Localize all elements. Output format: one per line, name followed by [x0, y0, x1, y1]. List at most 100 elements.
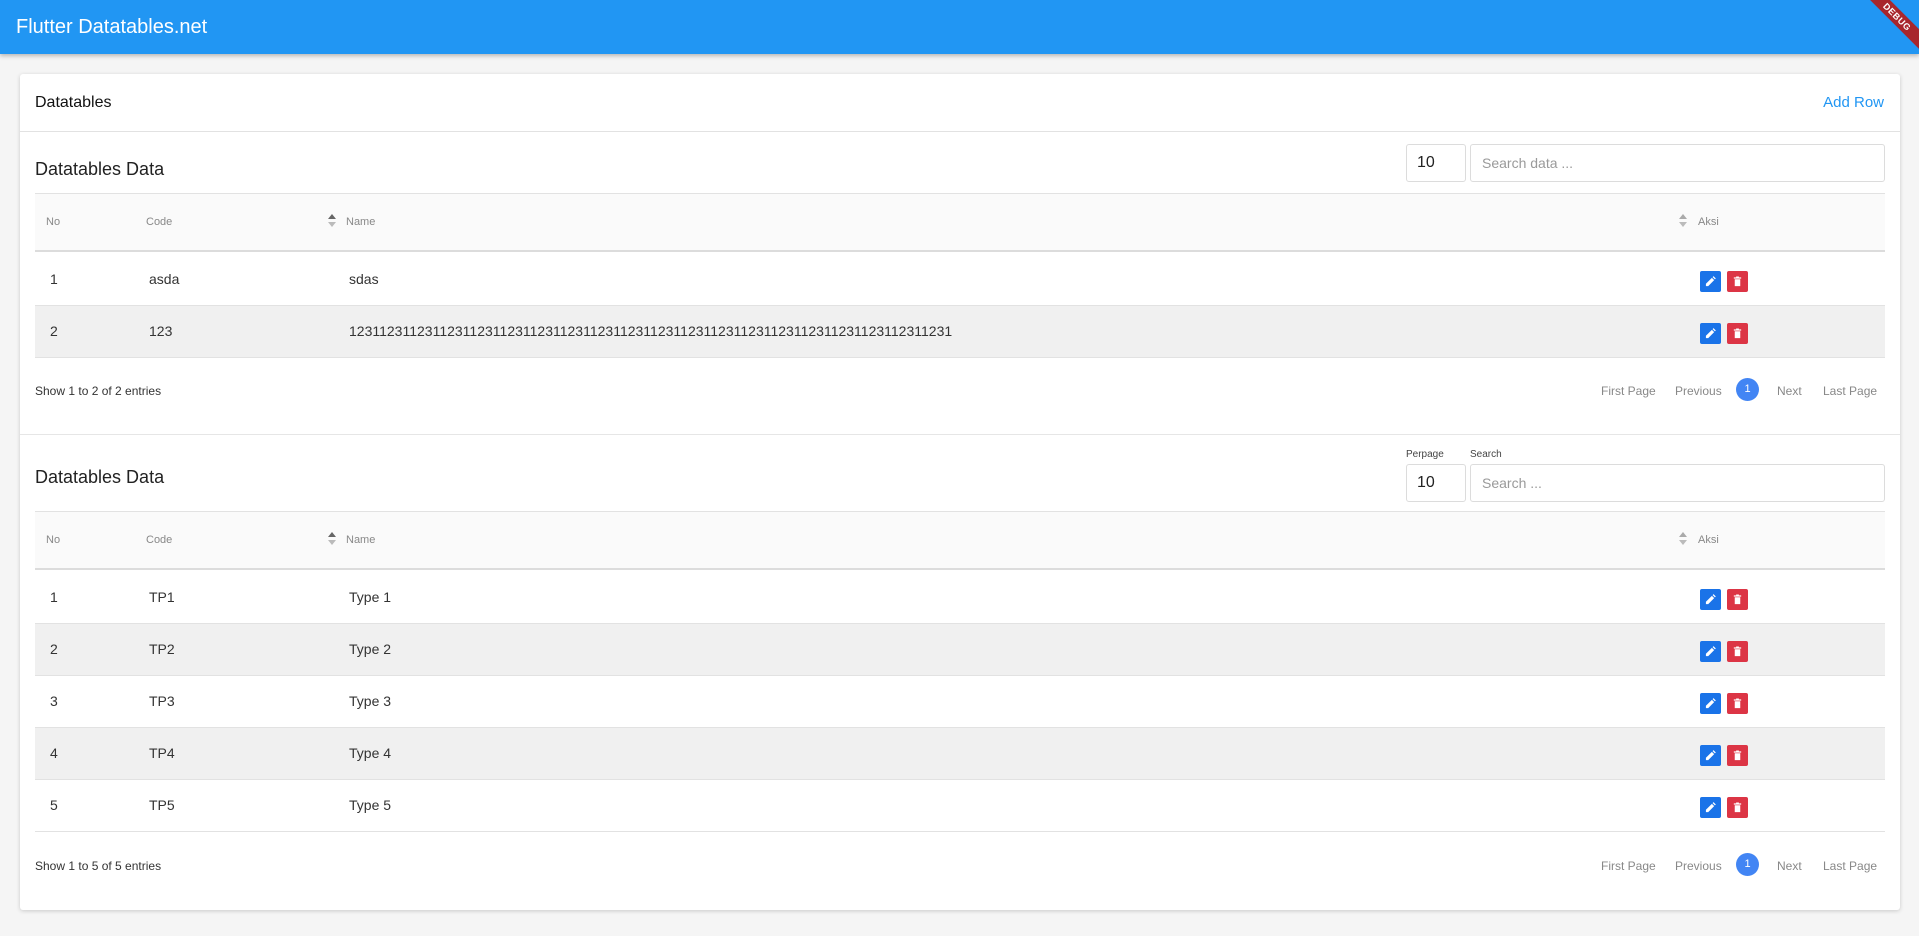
table1-first-page[interactable]: First Page: [1601, 384, 1656, 398]
table2-col-name[interactable]: Name: [346, 534, 375, 546]
table1-col-action: Aksi: [1698, 216, 1719, 228]
cell-name: Type 2: [349, 641, 392, 657]
table2-search-input[interactable]: [1470, 464, 1885, 502]
cell-code: asda: [149, 271, 180, 287]
pencil-icon: [1705, 594, 1716, 605]
cell-code: 123: [149, 323, 173, 339]
cell-no: 1: [50, 589, 58, 605]
table1-col-name[interactable]: Name: [346, 216, 375, 228]
table2-col-no[interactable]: No: [46, 534, 60, 546]
table1-col-no[interactable]: No: [46, 216, 60, 228]
table-row: 2 123 1231123112311231123112311231123112…: [35, 306, 1885, 358]
table1-next-page[interactable]: Next: [1777, 384, 1802, 398]
table2-search-label: Search: [1470, 449, 1502, 460]
edit-button[interactable]: [1700, 745, 1721, 766]
trash-icon: [1733, 594, 1742, 605]
delete-button[interactable]: [1727, 797, 1748, 818]
cell-no: 2: [50, 641, 58, 657]
cell-no: 4: [50, 745, 58, 761]
cell-name: Type 1: [349, 589, 392, 605]
card-header: Datatables Add Row: [20, 74, 1900, 132]
table2-title: Datatables Data: [35, 467, 165, 487]
section-divider: [20, 434, 1900, 435]
app-bar: Flutter Datatables.net: [0, 0, 1919, 54]
table1-title: Datatables Data: [35, 159, 165, 179]
cell-no: 2: [50, 323, 58, 339]
edit-button[interactable]: [1700, 693, 1721, 714]
sort-icon[interactable]: [327, 532, 337, 546]
table2-page-1[interactable]: 1: [1736, 853, 1759, 876]
pencil-icon: [1705, 802, 1716, 813]
cell-no: 5: [50, 797, 58, 813]
table2-first-page[interactable]: First Page: [1601, 859, 1656, 873]
delete-button[interactable]: [1727, 589, 1748, 610]
trash-icon: [1733, 750, 1742, 761]
table-row: 1 asda sdas: [35, 254, 1885, 306]
table-row: 1 TP1 Type 1: [35, 572, 1885, 624]
cell-name: Type 4: [349, 745, 392, 761]
sort-icon[interactable]: [327, 214, 337, 228]
sort-icon[interactable]: [1678, 214, 1688, 228]
table2-next-page[interactable]: Next: [1777, 859, 1802, 873]
table-row: 3 TP3 Type 3: [35, 676, 1885, 728]
table2-perpage-label: Perpage: [1406, 449, 1444, 460]
table2-previous-page[interactable]: Previous: [1675, 859, 1722, 873]
pencil-icon: [1705, 328, 1716, 339]
table1-perpage-input[interactable]: 10: [1406, 144, 1466, 182]
app-title: Flutter Datatables.net: [16, 16, 208, 38]
edit-button[interactable]: [1700, 271, 1721, 292]
cell-no: 3: [50, 693, 58, 709]
cell-name: Type 3: [349, 693, 392, 709]
table2-perpage-input[interactable]: 10: [1406, 464, 1466, 502]
table2-col-action: Aksi: [1698, 534, 1719, 546]
card-title: Datatables: [35, 94, 112, 111]
debug-banner-wrap: DEBUG: [1859, 0, 1919, 60]
trash-icon: [1733, 328, 1742, 339]
cell-code: TP5: [149, 797, 175, 813]
table2-entries-info: Show 1 to 5 of 5 entries: [35, 859, 162, 873]
pencil-icon: [1705, 750, 1716, 761]
table1-page-1[interactable]: 1: [1736, 378, 1759, 401]
table1-col-code[interactable]: Code: [146, 216, 172, 228]
table2-section: Datatables Data Perpage Search 10 No Cod…: [35, 449, 1885, 899]
sort-icon[interactable]: [1678, 532, 1688, 546]
trash-icon: [1733, 646, 1742, 657]
cell-code: TP4: [149, 745, 175, 761]
delete-button[interactable]: [1727, 323, 1748, 344]
debug-banner: DEBUG: [1859, 0, 1919, 56]
table1-last-page[interactable]: Last Page: [1823, 384, 1877, 398]
table1-header: No Code Name Aksi: [35, 193, 1885, 252]
table-row: 4 TP4 Type 4: [35, 728, 1885, 780]
table-row: 5 TP5 Type 5: [35, 780, 1885, 832]
delete-button[interactable]: [1727, 745, 1748, 766]
table2-last-page[interactable]: Last Page: [1823, 859, 1877, 873]
cell-code: TP2: [149, 641, 175, 657]
datatables-card: Datatables Add Row Datatables Data 10 No…: [20, 74, 1900, 910]
edit-button[interactable]: [1700, 797, 1721, 818]
cell-code: TP1: [149, 589, 175, 605]
table1-entries-info: Show 1 to 2 of 2 entries: [35, 384, 162, 398]
trash-icon: [1733, 276, 1742, 287]
edit-button[interactable]: [1700, 323, 1721, 344]
pencil-icon: [1705, 698, 1716, 709]
edit-button[interactable]: [1700, 589, 1721, 610]
cell-code: TP3: [149, 693, 175, 709]
cell-no: 1: [50, 271, 58, 287]
cell-name: sdas: [349, 271, 379, 287]
cell-name: 1231123112311231123112311231123112311231…: [349, 323, 953, 339]
table-row: 2 TP2 Type 2: [35, 624, 1885, 676]
table1-search-input[interactable]: [1470, 144, 1885, 182]
edit-button[interactable]: [1700, 641, 1721, 662]
trash-icon: [1733, 802, 1742, 813]
table1-previous-page[interactable]: Previous: [1675, 384, 1722, 398]
delete-button[interactable]: [1727, 271, 1748, 292]
table2-header: No Code Name Aksi: [35, 511, 1885, 570]
delete-button[interactable]: [1727, 641, 1748, 662]
pencil-icon: [1705, 276, 1716, 287]
table2-col-code[interactable]: Code: [146, 534, 172, 546]
delete-button[interactable]: [1727, 693, 1748, 714]
table1-section: Datatables Data 10 No Code Name Aksi 1 a…: [35, 144, 1885, 434]
add-row-button[interactable]: Add Row: [1823, 94, 1884, 111]
cell-name: Type 5: [349, 797, 392, 813]
pencil-icon: [1705, 646, 1716, 657]
